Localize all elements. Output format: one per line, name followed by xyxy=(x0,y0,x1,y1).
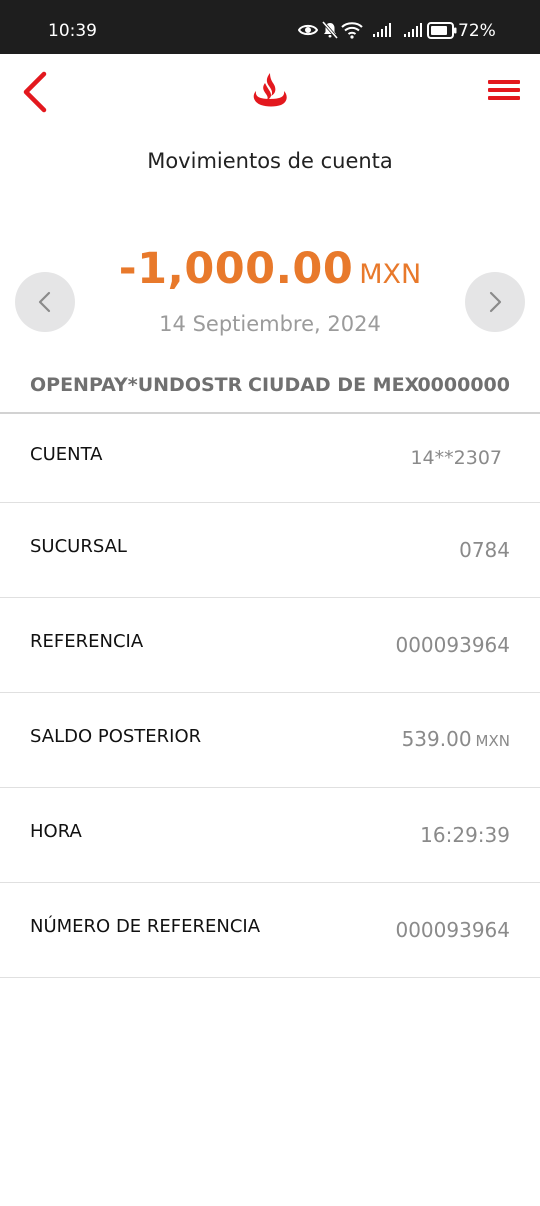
app-header xyxy=(0,54,540,130)
wifi-icon xyxy=(341,22,363,39)
chevron-left-icon xyxy=(23,71,47,113)
page-title: Movimientos de cuenta xyxy=(147,149,393,173)
detail-label: HORA xyxy=(30,821,82,842)
eye-icon xyxy=(298,24,318,36)
detail-label: REFERENCIA xyxy=(30,631,144,652)
bell-off-icon xyxy=(322,21,338,39)
detail-row-referencia: REFERENCIA 000093964 xyxy=(0,598,540,693)
detail-label: NÚMERO DE REFERENCIA xyxy=(30,916,261,937)
detail-value-text: 000093964 xyxy=(395,633,510,657)
detail-value-unit: MXN xyxy=(475,732,510,750)
detail-value-text: 539.00 xyxy=(401,727,472,751)
status-time: 10:39 xyxy=(48,21,97,41)
detail-value: 539.00 MXN xyxy=(402,726,510,754)
detail-row-hora: HORA 16:29:39 xyxy=(0,788,540,883)
merchant-name: OPENPAY*UNDOSTR xyxy=(30,374,243,396)
amount-currency: MXN xyxy=(359,259,422,290)
detail-label: SUCURSAL xyxy=(30,536,127,557)
merchant-city: CIUDAD DE MEX xyxy=(248,374,420,396)
detail-value: 000093964 xyxy=(395,632,510,658)
merchant-code: 0000000 xyxy=(417,374,510,396)
detail-row-sucursal: SUCURSAL 0784 xyxy=(0,503,540,598)
merchant-description: OPENPAY*UNDOSTR CIUDAD DE MEX 0000000 xyxy=(0,368,540,412)
detail-value: 14**2307 xyxy=(410,445,502,471)
battery-icon xyxy=(427,22,457,39)
transaction-details-list: CUENTA 14**2307 SUCURSAL 0784 REFERENCIA… xyxy=(0,414,540,978)
detail-row-numero-de-referencia: NÚMERO DE REFERENCIA 000093964 xyxy=(0,883,540,978)
detail-row-cuenta: CUENTA 14**2307 xyxy=(0,414,540,503)
detail-value-text: 16:29:39 xyxy=(420,823,510,847)
battery-percent: 72% xyxy=(458,21,496,41)
amount-value: -1,000.00 xyxy=(118,244,354,294)
detail-value-text: 0784 xyxy=(459,538,510,562)
detail-value: 000093964 xyxy=(395,917,510,943)
menu-button[interactable] xyxy=(484,76,524,106)
detail-row-saldo-posterior: SALDO POSTERIOR 539.00 MXN xyxy=(0,693,540,788)
detail-label: CUENTA xyxy=(30,444,103,465)
transaction-date: 14 Septiembre, 2024 xyxy=(159,312,381,336)
signal-icon xyxy=(404,23,422,37)
hamburger-menu-icon xyxy=(488,80,520,84)
detail-label: SALDO POSTERIOR xyxy=(30,726,202,747)
detail-value: 16:29:39 xyxy=(420,822,510,848)
hamburger-menu-icon xyxy=(488,88,520,92)
signal-icon xyxy=(373,23,391,37)
detail-value: 0784 xyxy=(459,537,510,563)
santander-flame-logo xyxy=(253,73,287,107)
detail-value-text: 14**2307 xyxy=(410,447,502,469)
back-button[interactable] xyxy=(18,70,58,114)
hamburger-menu-icon xyxy=(488,96,520,100)
detail-value-text: 000093964 xyxy=(395,918,510,942)
transaction-amount: -1,000.00 MXN xyxy=(0,240,540,304)
status-bar: 10:39 72% xyxy=(0,0,540,54)
